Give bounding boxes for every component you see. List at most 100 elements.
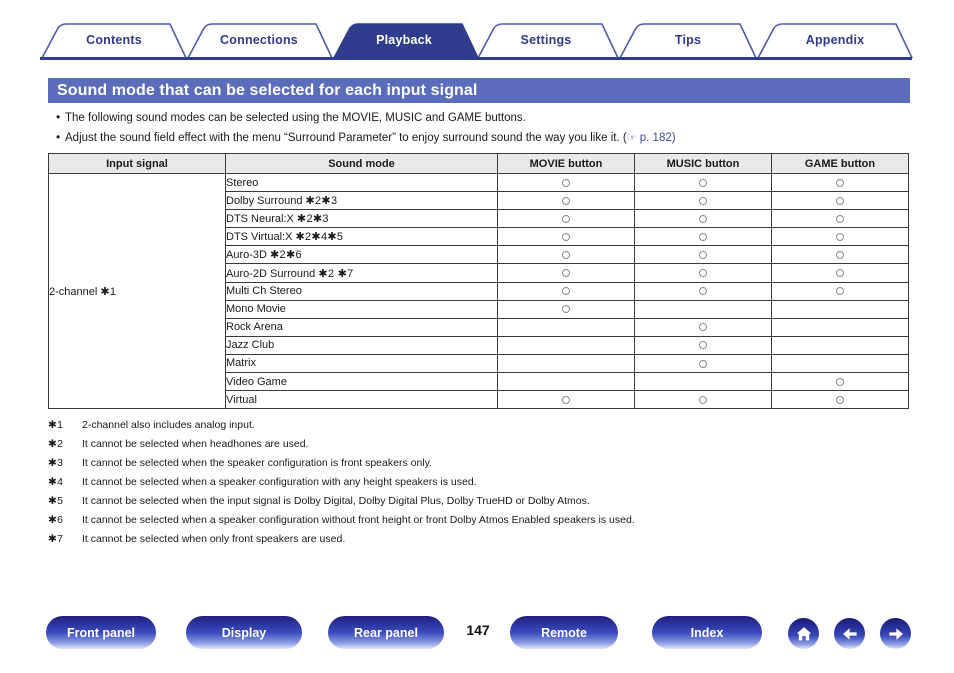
footnote-text: It cannot be selected when a speaker con… xyxy=(82,476,477,488)
footnote-marker: ✱4 xyxy=(48,476,64,488)
nav-button-remote[interactable]: Remote xyxy=(510,616,618,649)
footnote-text: 2-channel also includes analog input. xyxy=(82,419,255,431)
cell-music-mark xyxy=(634,281,772,301)
cell-game-mark xyxy=(771,209,909,229)
sound-mode-label: Auro-3D xyxy=(226,249,267,262)
selectable-mark-icon xyxy=(699,395,707,404)
footnote-marker: ✱2 xyxy=(48,438,64,450)
cell-music-mark xyxy=(634,299,772,319)
cell-sound-mode: Matrix xyxy=(225,353,498,374)
cell-movie-mark xyxy=(497,245,635,265)
footnote-marker: ✱3 xyxy=(48,457,64,469)
selectable-mark-icon xyxy=(699,251,707,260)
cell-game-mark xyxy=(771,335,909,355)
selectable-mark-icon xyxy=(836,251,844,260)
selectable-mark-icon xyxy=(836,395,844,404)
manual-page: Contents Connections Playback Settings T… xyxy=(0,0,954,673)
sound-mode-label: Video Game xyxy=(226,375,287,388)
cell-game-mark xyxy=(771,353,909,374)
cell-sound-mode: Auro-3D ✱2✱6 xyxy=(225,245,498,265)
footnote-text: It cannot be selected when the input sig… xyxy=(82,495,590,507)
cell-sound-mode: Mono Movie xyxy=(225,299,498,319)
tab-bar: Contents Connections Playback Settings T… xyxy=(0,22,954,58)
tab-tips[interactable]: Tips xyxy=(636,22,740,58)
intro-bullet-1: • The following sound modes can be selec… xyxy=(56,110,936,126)
nav-button-front-panel[interactable]: Front panel xyxy=(46,616,156,649)
intro-bullet-2-page-ref: p. 182) xyxy=(636,131,676,144)
sound-mode-footnote-ref: ✱2 ✱7 xyxy=(318,267,354,280)
cell-movie-mark xyxy=(497,372,635,392)
cell-movie-mark xyxy=(497,209,635,229)
col-header-movie-button: MOVIE button xyxy=(497,153,635,174)
intro-bullet-2-text: Adjust the sound field effect with the m… xyxy=(65,131,676,146)
tab-bar-rule xyxy=(40,57,912,60)
cell-sound-mode: Rock Arena xyxy=(225,317,498,337)
footnote-item: ✱7 It cannot be selected when only front … xyxy=(48,532,938,546)
reference-hand-icon: ☞ xyxy=(626,131,637,144)
page-title: Sound mode that can be selected for each… xyxy=(57,81,478,99)
cell-game-mark xyxy=(771,372,909,392)
sound-mode-footnote-ref: ✱2✱6 xyxy=(270,249,302,262)
selectable-mark-icon xyxy=(836,269,844,278)
footnote-marker: ✱1 xyxy=(48,419,64,431)
back-arrow-icon xyxy=(842,627,857,640)
tab-settings[interactable]: Settings xyxy=(492,22,600,58)
forward-arrow-icon-button[interactable] xyxy=(880,618,911,649)
cell-sound-mode: Stereo xyxy=(225,172,498,193)
selectable-mark-icon xyxy=(836,196,844,205)
selectable-mark-icon xyxy=(699,323,707,332)
cell-music-mark xyxy=(634,335,772,355)
col-header-game-button: GAME button xyxy=(771,153,909,174)
selectable-mark-icon xyxy=(699,287,707,296)
footnote-text: It cannot be selected when the speaker c… xyxy=(82,457,433,469)
footnote-item: ✱1 2-channel also includes analog input. xyxy=(48,418,938,432)
selectable-mark-icon xyxy=(836,178,844,187)
cell-game-mark xyxy=(771,299,909,319)
cell-sound-mode: Video Game xyxy=(225,372,498,392)
bullet-dot-icon: • xyxy=(56,110,61,124)
selectable-mark-icon xyxy=(699,196,707,205)
footnote-item: ✱3 It cannot be selected when the speaker… xyxy=(48,456,938,470)
back-arrow-icon-button[interactable] xyxy=(834,618,865,649)
cell-movie-mark xyxy=(497,299,635,319)
cell-sound-mode: DTS Neural:X ✱2✱3 xyxy=(225,209,498,229)
nav-button-index[interactable]: Index xyxy=(652,616,762,649)
selectable-mark-icon xyxy=(562,196,570,205)
selectable-mark-icon xyxy=(562,269,570,278)
sound-mode-footnote-ref: ✱2✱3 xyxy=(296,213,329,226)
tab-connections[interactable]: Connections xyxy=(200,22,318,58)
cell-sound-mode: Dolby Surround ✱2✱3 xyxy=(225,191,498,211)
footnote-item: ✱6 It cannot be selected when a speaker c… xyxy=(48,513,938,527)
tab-appendix[interactable]: Appendix xyxy=(774,22,896,58)
selectable-mark-icon xyxy=(699,359,707,368)
cell-movie-mark xyxy=(497,390,635,410)
selectable-mark-icon xyxy=(699,232,707,241)
cell-movie-mark xyxy=(497,172,635,193)
intro-list: • The following sound modes can be selec… xyxy=(56,110,936,149)
cell-input-signal: 2-channel ✱1 xyxy=(48,172,226,410)
sound-mode-label: Jazz Club xyxy=(226,339,275,352)
home-icon-button[interactable] xyxy=(788,618,819,649)
bullet-dot-icon: • xyxy=(56,129,61,144)
footnote-text: It cannot be selected when only front sp… xyxy=(82,533,346,545)
cell-music-mark xyxy=(634,317,772,337)
cell-movie-mark xyxy=(497,281,635,301)
tab-playback[interactable]: Playback xyxy=(348,22,460,58)
selectable-mark-icon xyxy=(836,214,844,223)
cell-game-mark xyxy=(771,281,909,301)
footnote-marker: ✱7 xyxy=(48,533,64,545)
cell-sound-mode: Auro-2D Surround ✱2 ✱7 xyxy=(225,263,498,283)
sound-mode-label: Matrix xyxy=(226,357,256,370)
bottom-navigation: Front panel Display Rear panel 147 Remot… xyxy=(0,616,954,660)
cell-movie-mark xyxy=(497,317,635,337)
tab-contents[interactable]: Contents xyxy=(58,22,170,58)
selectable-mark-icon xyxy=(836,287,844,296)
selectable-mark-icon xyxy=(562,251,570,260)
cell-sound-mode: Jazz Club xyxy=(225,335,498,355)
sound-mode-label: DTS Virtual:X xyxy=(226,231,293,244)
nav-button-display[interactable]: Display xyxy=(186,616,302,649)
nav-button-rear-panel[interactable]: Rear panel xyxy=(328,616,444,649)
selectable-mark-icon xyxy=(836,232,844,241)
footnote-marker: ✱6 xyxy=(48,514,64,526)
cell-game-mark xyxy=(771,227,909,247)
